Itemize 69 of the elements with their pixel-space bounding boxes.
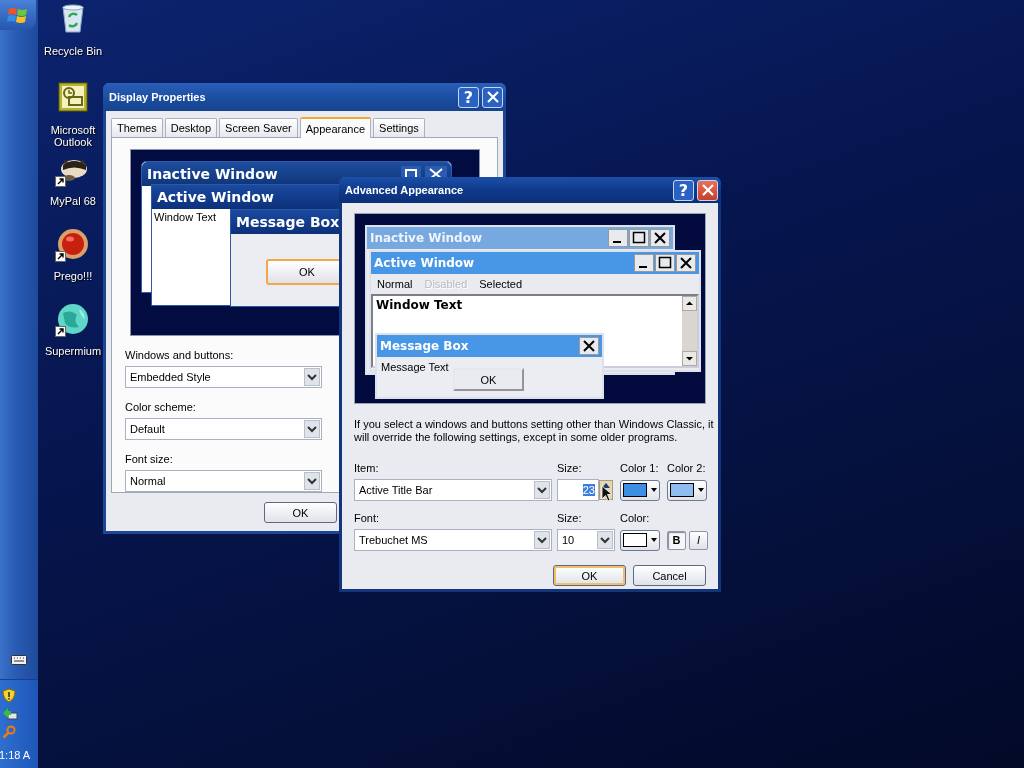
window-title: Display Properties (108, 91, 207, 103)
message-text: Message Text (381, 361, 449, 373)
note-text: If you select a windows and buttons setting other than Windows Classic, it will override the following settings, except in some older programs. (354, 418, 715, 444)
window-title: Active Window (157, 189, 274, 205)
caret-icon (651, 488, 657, 492)
clock-envelope-icon[interactable] (58, 82, 88, 112)
scroll-up-icon[interactable] (682, 296, 697, 311)
scrollbar[interactable] (682, 296, 697, 366)
field-label: Size: (557, 462, 583, 475)
field-label: Color 1: (620, 462, 660, 475)
window-controls-icon (608, 229, 670, 247)
size-field[interactable]: 23 (557, 479, 599, 501)
window-title: Message Box (380, 339, 469, 353)
color-picker-button[interactable] (620, 479, 660, 501)
menu-item[interactable]: Selected (479, 278, 523, 290)
field-label: Font: (354, 512, 381, 525)
keyboard-icon[interactable] (11, 655, 27, 665)
italic-toggle[interactable]: I (689, 530, 708, 550)
close-icon (701, 184, 714, 196)
bold-toggle[interactable]: B (667, 530, 686, 550)
dropdown[interactable]: Active Title Bar (354, 479, 552, 501)
field-label: Color scheme: (125, 401, 197, 414)
cancel-button[interactable]: Cancel (633, 565, 706, 586)
tab[interactable]: Themes (111, 118, 163, 137)
mouse-pointer-icon (601, 485, 613, 503)
window-title: Inactive Window (370, 231, 483, 245)
window-title: Advanced Appearance (344, 184, 465, 196)
dropdown[interactable]: Default (125, 418, 322, 440)
dropdown[interactable]: Embedded Style (125, 366, 322, 388)
globe-icon[interactable] (57, 303, 89, 335)
window-text: Window Text (154, 211, 217, 223)
field-label: Windows and buttons: (125, 349, 235, 362)
clock-time[interactable]: 1:18 A (0, 749, 38, 761)
caret-icon (698, 488, 704, 492)
tab[interactable]: Desktop (164, 118, 218, 137)
tab[interactable]: Settings (373, 118, 425, 137)
desktop-icon-label[interactable]: Recycle Bin (36, 45, 110, 57)
window-title: Message Box (236, 214, 340, 230)
orb-icon[interactable] (57, 228, 89, 260)
windows-flag-icon (7, 5, 29, 25)
close-icon (579, 337, 599, 355)
help-button[interactable]: ? (673, 179, 694, 201)
field-label: Item: (354, 462, 380, 475)
ok-button[interactable]: OK (264, 502, 337, 523)
tab[interactable]: Appearance (299, 117, 372, 138)
window-title: Inactive Window (147, 166, 278, 182)
dropdown[interactable]: Trebuchet MS (354, 529, 552, 551)
caret-icon (651, 538, 657, 542)
menu-item[interactable]: Normal (377, 278, 413, 290)
color-picker-button[interactable] (667, 479, 707, 501)
window-controls-icon (634, 254, 696, 272)
shield-icon[interactable] (2, 688, 16, 703)
dropdown[interactable]: 10 (557, 529, 615, 551)
close-icon (486, 91, 499, 103)
network-icon[interactable] (2, 707, 18, 721)
start-button[interactable] (0, 0, 36, 30)
close-button[interactable] (697, 179, 718, 201)
tab[interactable]: Screen Saver (219, 118, 298, 137)
color-picker-button[interactable] (620, 529, 660, 551)
field-label: Size: (557, 512, 583, 525)
ok-button[interactable]: OK (453, 368, 524, 391)
field-label: Color 2: (667, 462, 707, 475)
ok-button[interactable]: OK (553, 565, 626, 586)
scroll-down-icon[interactable] (682, 351, 697, 366)
window-title: Active Window (374, 256, 475, 270)
dropdown[interactable]: Normal (125, 470, 322, 492)
field-label: Color: (620, 512, 651, 525)
field-label: Font size: (125, 453, 174, 466)
window-text: Window Text (376, 298, 463, 312)
